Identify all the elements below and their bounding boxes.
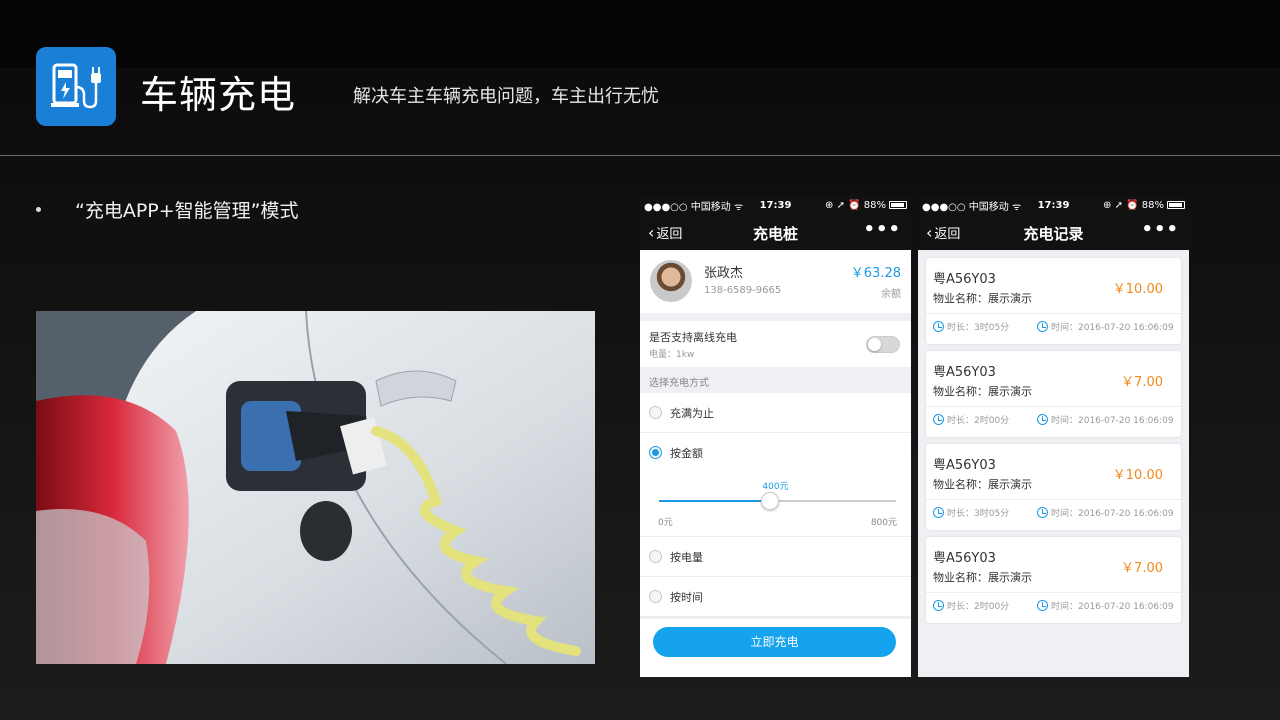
record-property: 物业名称：展示演示 bbox=[933, 292, 1032, 305]
charge-footer: 立即充电 bbox=[640, 619, 911, 677]
record-price: ￥10.00 bbox=[1112, 282, 1163, 297]
time-text: 时间：2016-07-20 16:06:09 bbox=[1051, 509, 1174, 519]
bullet-point: “充电APP+智能管理”模式 bbox=[36, 196, 299, 223]
duration-text: 时长：3时05分 bbox=[947, 509, 1010, 519]
record-card[interactable]: 粤A56Y03 物业名称：展示演示 ￥10.00 时长：3时05分 时间：201… bbox=[926, 444, 1181, 530]
option-label: 按电量 bbox=[670, 551, 703, 564]
record-time: 时间：2016-07-20 16:06:09 bbox=[1037, 413, 1174, 426]
clock-icon bbox=[1037, 414, 1048, 425]
amount-slider: 400元 0元 800元 bbox=[640, 473, 911, 537]
nav-bar: ‹ 返回 充电记录 ••• bbox=[918, 214, 1189, 250]
record-price: ￥10.00 bbox=[1112, 468, 1163, 483]
more-icon[interactable]: ••• bbox=[1141, 219, 1179, 240]
option-label: 按时间 bbox=[670, 591, 703, 604]
record-time: 时间：2016-07-20 16:06:09 bbox=[1037, 506, 1174, 519]
ev-charger-icon bbox=[36, 47, 116, 126]
battery-icon bbox=[889, 201, 907, 209]
more-icon[interactable]: ••• bbox=[863, 219, 901, 240]
records-list: 粤A56Y03 物业名称：展示演示 ￥10.00 时长：3时05分 时间：201… bbox=[918, 250, 1189, 623]
record-divider bbox=[926, 406, 1181, 407]
timer-icon bbox=[933, 507, 944, 518]
offline-sub: 电量：1kw bbox=[649, 350, 695, 360]
bullet-text: “充电APP+智能管理”模式 bbox=[75, 200, 299, 222]
record-card[interactable]: 粤A56Y03 物业名称：展示演示 ￥7.00 时长：2时00分 时间：2016… bbox=[926, 351, 1181, 437]
section-label: 选择充电方式 bbox=[649, 378, 709, 389]
record-plate: 粤A56Y03 bbox=[933, 551, 996, 566]
phone-charging-pile: ●●●○○ 中国移动 ᯤ 17:39 ⊕ ➚ ⏰ 88% ‹ 返回 充电桩 ••… bbox=[640, 196, 911, 677]
radio-full[interactable] bbox=[649, 406, 662, 419]
status-bar: ●●●○○ 中国移动 ᯤ 17:39 ⊕ ➚ ⏰ 88% bbox=[918, 196, 1189, 214]
duration-text: 时长：2时00分 bbox=[947, 602, 1010, 612]
record-duration: 时长：2时00分 bbox=[933, 413, 1009, 426]
option-label: 按金额 bbox=[670, 447, 703, 460]
timer-icon bbox=[933, 600, 944, 611]
option-label: 充满为止 bbox=[670, 407, 714, 420]
phone-charge-records: ●●●○○ 中国移动 ᯤ 17:39 ⊕ ➚ ⏰ 88% ‹ 返回 充电记录 •… bbox=[918, 196, 1189, 677]
nav-bar: ‹ 返回 充电桩 ••• bbox=[640, 214, 911, 250]
status-time: 17:39 bbox=[1037, 199, 1070, 211]
car-charging-photo bbox=[36, 311, 595, 664]
record-duration: 时长：3时05分 bbox=[933, 320, 1009, 333]
timer-icon bbox=[933, 321, 944, 332]
start-charge-button[interactable]: 立即充电 bbox=[653, 627, 896, 657]
offline-title: 是否支持离线充电 bbox=[649, 331, 737, 344]
status-bar: ●●●○○ 中国移动 ᯤ 17:39 ⊕ ➚ ⏰ 88% bbox=[640, 196, 911, 214]
record-price: ￥7.00 bbox=[1121, 375, 1163, 390]
slider-max: 800元 bbox=[870, 518, 897, 528]
user-name: 张政杰 bbox=[704, 266, 744, 281]
record-divider bbox=[926, 592, 1181, 593]
record-divider bbox=[926, 313, 1181, 314]
clock-icon bbox=[1037, 507, 1048, 518]
slide-header: 车辆充电 解决车主车辆充电问题，车主出行无忧 bbox=[0, 0, 1280, 156]
radio-energy[interactable] bbox=[649, 550, 662, 563]
record-card[interactable]: 粤A56Y03 物业名称：展示演示 ￥10.00 时长：3时05分 时间：201… bbox=[926, 258, 1181, 344]
record-plate: 粤A56Y03 bbox=[933, 365, 996, 380]
record-duration: 时长：3时05分 bbox=[933, 506, 1009, 519]
option-energy[interactable]: 按电量 bbox=[640, 537, 911, 577]
slider-value: 400元 bbox=[762, 482, 789, 492]
record-time: 时间：2016-07-20 16:06:09 bbox=[1037, 599, 1174, 612]
record-divider bbox=[926, 499, 1181, 500]
timer-icon bbox=[933, 414, 944, 425]
page-subtitle: 解决车主车辆充电问题，车主出行无忧 bbox=[353, 86, 659, 107]
offline-toggle[interactable] bbox=[866, 336, 900, 353]
option-full[interactable]: 充满为止 bbox=[640, 393, 911, 433]
balance-value: ￥63.28 bbox=[850, 266, 901, 281]
offline-charge-row: 是否支持离线充电 电量：1kw bbox=[640, 321, 911, 367]
slider-fill bbox=[659, 500, 771, 502]
status-time: 17:39 bbox=[759, 199, 792, 211]
record-price: ￥7.00 bbox=[1121, 561, 1163, 576]
record-plate: 粤A56Y03 bbox=[933, 458, 996, 473]
option-amount[interactable]: 按金额 bbox=[640, 433, 911, 473]
user-card: 张政杰 138-6589-9665 ￥63.28 余额 bbox=[640, 250, 911, 313]
record-time: 时间：2016-07-20 16:06:09 bbox=[1037, 320, 1174, 333]
record-plate: 粤A56Y03 bbox=[933, 272, 996, 287]
time-text: 时间：2016-07-20 16:06:09 bbox=[1051, 416, 1174, 426]
radio-time[interactable] bbox=[649, 590, 662, 603]
record-property: 物业名称：展示演示 bbox=[933, 385, 1032, 398]
duration-text: 时长：2时00分 bbox=[947, 416, 1010, 426]
slider-thumb[interactable] bbox=[761, 492, 780, 510]
header-divider bbox=[0, 155, 1280, 156]
duration-text: 时长：3时05分 bbox=[947, 323, 1010, 333]
balance-label: 余额 bbox=[881, 289, 901, 300]
record-property: 物业名称：展示演示 bbox=[933, 478, 1032, 491]
clock-icon bbox=[1037, 321, 1048, 332]
slider-min: 0元 bbox=[658, 518, 673, 528]
record-property: 物业名称：展示演示 bbox=[933, 571, 1032, 584]
user-phone: 138-6589-9665 bbox=[704, 285, 782, 296]
page-title: 车辆充电 bbox=[140, 73, 297, 117]
avatar bbox=[650, 260, 692, 302]
option-time[interactable]: 按时间 bbox=[640, 577, 911, 617]
battery-icon bbox=[1167, 201, 1185, 209]
bullet-dot-icon bbox=[36, 207, 41, 212]
time-text: 时间：2016-07-20 16:06:09 bbox=[1051, 602, 1174, 612]
record-card[interactable]: 粤A56Y03 物业名称：展示演示 ￥7.00 时长：2时00分 时间：2016… bbox=[926, 537, 1181, 623]
clock-icon bbox=[1037, 600, 1048, 611]
radio-amount[interactable] bbox=[649, 446, 662, 459]
time-text: 时间：2016-07-20 16:06:09 bbox=[1051, 323, 1174, 333]
record-duration: 时长：2时00分 bbox=[933, 599, 1009, 612]
